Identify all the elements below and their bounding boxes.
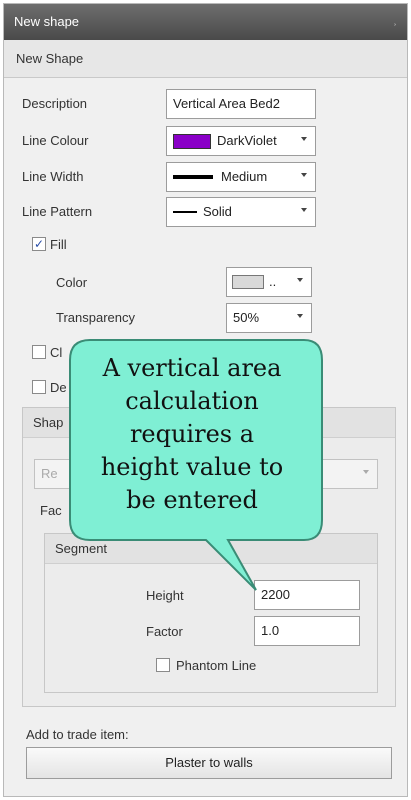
phantom-line-checkbox[interactable] [156, 658, 170, 672]
segment-factor-label: Factor [146, 624, 183, 639]
callout-line-4: height value to [100, 453, 284, 481]
line-width-select[interactable]: Medium [166, 162, 316, 192]
chevron-down-icon [301, 208, 307, 212]
line-colour-select[interactable]: DarkViolet [166, 126, 316, 156]
fill-color-value: .. [269, 274, 277, 289]
line-colour-value: DarkViolet [217, 133, 277, 148]
display-label: De [50, 380, 67, 395]
chevron-down-icon [301, 173, 307, 177]
fill-label: Fill [50, 237, 67, 252]
line-width-value: Medium [221, 169, 268, 184]
callout-line-1: A vertical area [102, 354, 282, 382]
callout-text: A vertical area calculation requires a h… [76, 352, 308, 517]
callout-line-3: requires a [129, 420, 255, 448]
close-shape-label: Cl [50, 345, 63, 360]
transparency-value: 50% [233, 310, 260, 325]
segment-factor-input[interactable]: 1.0 [254, 616, 360, 646]
callout-line-2: calculation [125, 387, 259, 415]
chevron-down-icon [363, 470, 369, 474]
segment-group-title: Segment [45, 534, 377, 564]
colour-swatch [173, 134, 211, 149]
chevron-down-icon [301, 137, 307, 141]
chevron-down-icon [297, 278, 303, 282]
line-colour-label: Line Colour [22, 133, 89, 148]
segment-factor-value: 1.0 [261, 623, 280, 638]
pin-icon[interactable]: ˒ [393, 4, 397, 40]
fill-color-swatch [232, 275, 264, 289]
line-pattern-sample [173, 211, 197, 213]
callout-line-5: be entered [126, 486, 258, 514]
display-checkbox[interactable] [32, 380, 46, 394]
height-label: Height [146, 588, 184, 603]
height-value: 2200 [261, 587, 290, 602]
line-pattern-label: Line Pattern [22, 204, 93, 219]
line-width-label: Line Width [22, 169, 84, 184]
line-width-sample [173, 175, 213, 179]
fill-checkbox[interactable]: ✓ [32, 237, 46, 251]
fill-color-select[interactable]: .. [226, 267, 312, 297]
panel-title-bar: New shape ˒ [4, 4, 407, 40]
panel-title: New shape [14, 14, 80, 29]
chevron-down-icon [297, 314, 303, 318]
trade-item-label: Add to trade item: [26, 727, 129, 742]
description-value: Vertical Area Bed2 [173, 96, 280, 111]
height-input[interactable]: 2200 [254, 580, 360, 610]
color-label: Color [56, 275, 88, 290]
description-input[interactable]: Vertical Area Bed2 [166, 89, 316, 119]
trade-item-button[interactable]: Plaster to walls [26, 747, 392, 779]
transparency-label: Transparency [56, 310, 135, 325]
shape-factor-label: Fac [40, 503, 62, 518]
line-pattern-select[interactable]: Solid [166, 197, 316, 227]
shape-type-value: Re [41, 466, 58, 481]
description-label: Description [22, 96, 88, 111]
phantom-line-label: Phantom Line [176, 658, 257, 673]
section-header: New Shape [4, 40, 407, 78]
transparency-select[interactable]: 50% [226, 303, 312, 333]
line-pattern-value: Solid [203, 204, 232, 219]
close-shape-checkbox[interactable] [32, 345, 46, 359]
check-icon: ✓ [33, 237, 45, 251]
